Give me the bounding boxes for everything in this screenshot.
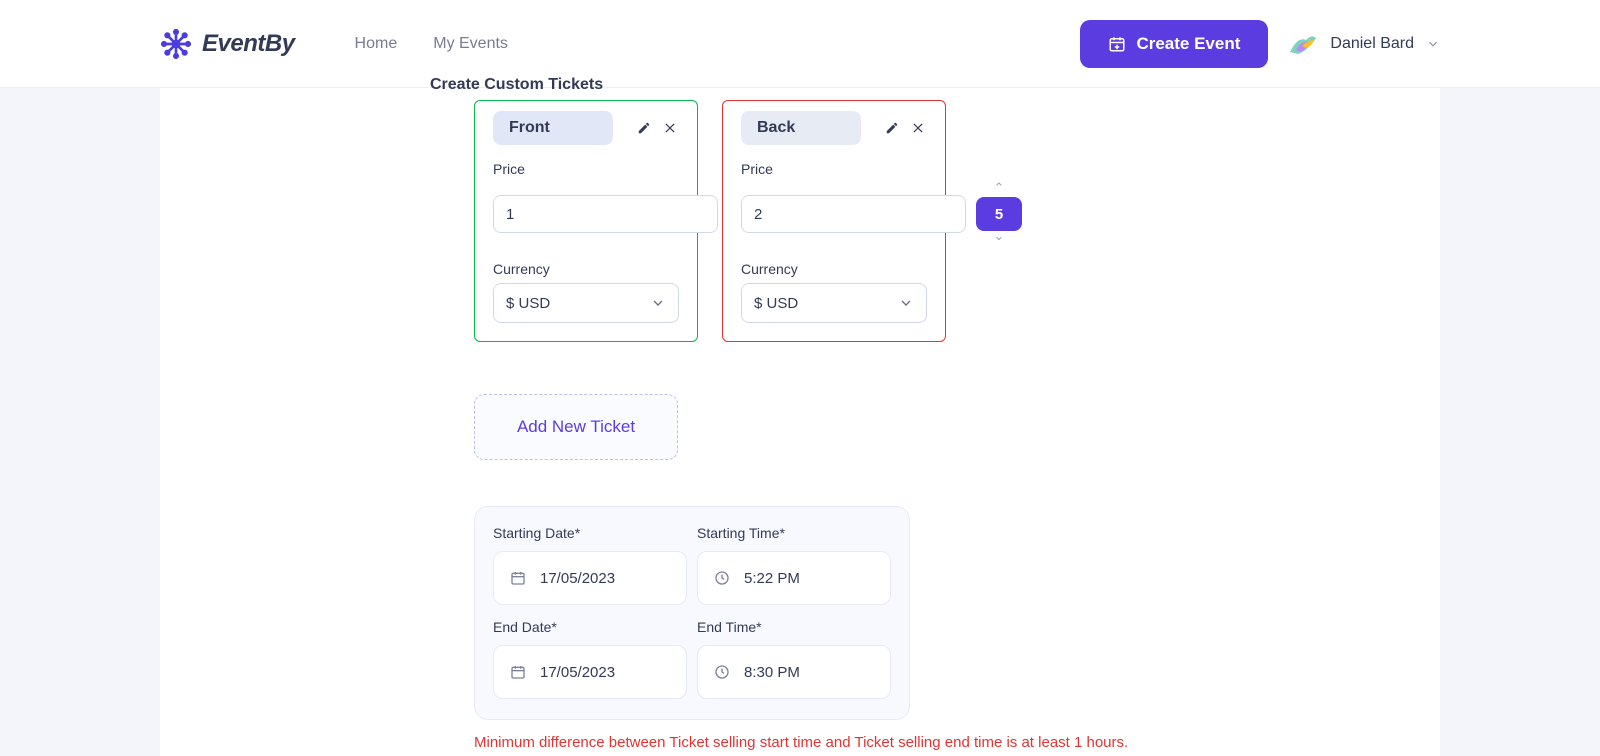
calendar-icon — [510, 664, 526, 680]
close-icon — [663, 121, 677, 135]
page-body: Create Custom Tickets Front Price — [160, 88, 1440, 756]
ticket-name-pill: Front — [493, 111, 613, 145]
calendar-icon — [510, 570, 526, 586]
end-time-label: End Time* — [697, 619, 762, 635]
price-label: Price — [493, 161, 679, 177]
currency-select[interactable]: $ USD — [493, 283, 679, 323]
clock-icon — [714, 664, 730, 680]
pencil-icon — [885, 121, 899, 135]
end-date-field[interactable]: 17/05/2023 — [493, 645, 687, 699]
ticket-card-front: Front Price ⌃ 3 ⌄ — [474, 100, 698, 342]
currency-label: Currency — [741, 261, 927, 277]
end-time-field[interactable]: 8:30 PM — [697, 645, 891, 699]
quantity-value: 5 — [976, 197, 1022, 231]
nav-home[interactable]: Home — [355, 35, 398, 53]
nav-my-events[interactable]: My Events — [433, 35, 508, 53]
stepper-down[interactable]: ⌄ — [994, 231, 1005, 245]
datetime-panel: Starting Date* 17/05/2023 Starting Time*… — [474, 506, 910, 720]
create-event-button[interactable]: Create Event — [1080, 20, 1268, 68]
start-date-label: Starting Date* — [493, 525, 580, 541]
quantity-stepper: ⌃ 5 ⌄ — [976, 183, 1022, 245]
user-name-label: Daniel Bard — [1330, 35, 1414, 53]
brand-name: EventBy — [202, 30, 295, 58]
start-time-value: 5:22 PM — [744, 570, 800, 587]
chevron-down-icon — [650, 295, 666, 311]
end-time-value: 8:30 PM — [744, 664, 800, 681]
pencil-icon — [637, 121, 651, 135]
create-event-label: Create Event — [1136, 34, 1240, 54]
start-time-field[interactable]: 5:22 PM — [697, 551, 891, 605]
stepper-up[interactable]: ⌃ — [994, 183, 1005, 197]
ticket-name-pill: Back — [741, 111, 861, 145]
start-time-label: Starting Time* — [697, 525, 785, 541]
ticket-cards-row: Front Price ⌃ 3 ⌄ — [474, 88, 1396, 342]
clock-icon — [714, 570, 730, 586]
edit-ticket-button[interactable] — [883, 119, 901, 137]
currency-value: $ USD — [754, 295, 798, 312]
edit-ticket-button[interactable] — [635, 119, 653, 137]
snowflake-icon — [160, 28, 192, 60]
primary-nav: Home My Events — [355, 35, 508, 53]
validation-error: Minimum difference between Ticket sellin… — [474, 734, 1396, 751]
start-date-field[interactable]: 17/05/2023 — [493, 551, 687, 605]
section-title: Create Custom Tickets — [430, 76, 603, 94]
app-header: EventBy Home My Events Create Event Dani… — [0, 0, 1600, 88]
price-label: Price — [741, 161, 927, 177]
add-ticket-label: Add New Ticket — [517, 417, 635, 437]
brand-logo[interactable]: EventBy — [160, 28, 295, 60]
currency-value: $ USD — [506, 295, 550, 312]
add-new-ticket-button[interactable]: Add New Ticket — [474, 394, 678, 460]
remove-ticket-button[interactable] — [661, 119, 679, 137]
close-icon — [911, 121, 925, 135]
user-menu[interactable]: Daniel Bard — [1288, 32, 1440, 56]
price-input[interactable] — [741, 195, 966, 233]
start-date-value: 17/05/2023 — [540, 570, 615, 587]
calendar-plus-icon — [1108, 35, 1126, 53]
chevron-down-icon — [1426, 37, 1440, 51]
remove-ticket-button[interactable] — [909, 119, 927, 137]
avatar-bird-icon — [1288, 32, 1318, 56]
currency-select[interactable]: $ USD — [741, 283, 927, 323]
currency-label: Currency — [493, 261, 679, 277]
chevron-down-icon — [898, 295, 914, 311]
end-date-label: End Date* — [493, 619, 557, 635]
end-date-value: 17/05/2023 — [540, 664, 615, 681]
price-input[interactable] — [493, 195, 718, 233]
ticket-card-back: Back Price ⌃ 5 ⌄ — [722, 100, 946, 342]
